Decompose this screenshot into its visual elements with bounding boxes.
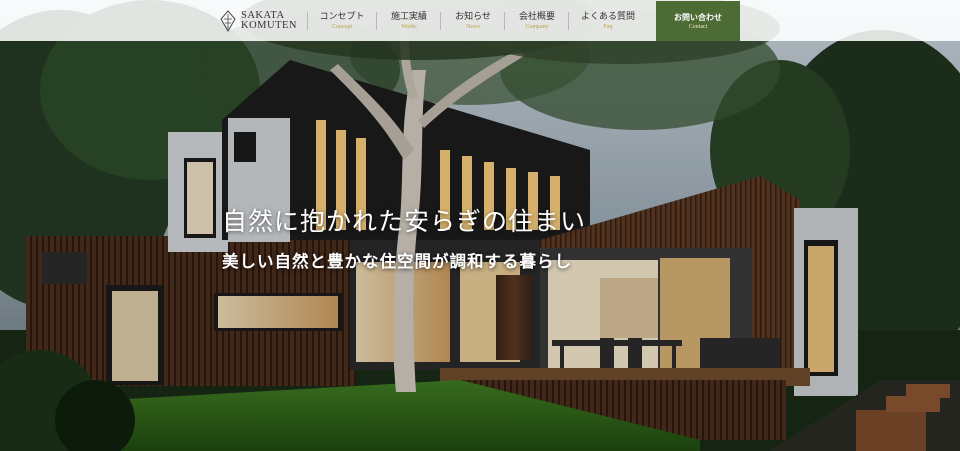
hero-headline: 自然に抱かれた安らぎの住まい	[222, 207, 587, 236]
nav-item-news[interactable]: お知らせ News	[445, 6, 501, 36]
nav-divider	[440, 12, 441, 30]
contact-button[interactable]: お問い合わせ Contact	[656, 1, 740, 41]
site-logo[interactable]: SAKATA KOMUTEN	[220, 8, 297, 34]
top-navigation-bar: SAKATA KOMUTEN コンセプト Concept 施工実績 Works …	[0, 0, 960, 41]
contact-label: お問い合わせ	[674, 13, 722, 22]
logo-text: SAKATA KOMUTEN	[241, 10, 297, 32]
nav-divider	[504, 12, 505, 30]
nav-sublabel: Concept	[332, 24, 352, 30]
nav-label: 施工実績	[390, 12, 427, 22]
hero-subheadline: 美しい自然と豊かな住空間が調和する暮らし	[222, 252, 572, 271]
nav-divider	[307, 12, 308, 30]
nav-item-company[interactable]: 会社概要 Company	[509, 6, 565, 36]
nav-item-concept[interactable]: コンセプト Concept	[312, 6, 372, 36]
contact-sublabel: Contact	[688, 24, 708, 30]
nav-sublabel: News	[466, 24, 480, 30]
nav-label: よくある質問	[580, 12, 635, 22]
nav-label: コンセプト	[319, 12, 365, 22]
nav-item-faq[interactable]: よくある質問 Faq	[573, 6, 643, 36]
nav-sublabel: Faq	[603, 24, 613, 30]
logo-line2: KOMUTEN	[241, 20, 297, 31]
nav-item-works[interactable]: 施工実績 Works	[381, 6, 437, 36]
nav-divider	[568, 12, 569, 30]
logo-emblem-icon	[220, 10, 236, 32]
nav-label: お知らせ	[455, 12, 491, 22]
nav-sublabel: Works	[401, 24, 417, 30]
nav-divider	[376, 12, 377, 30]
nav-label: 会社概要	[518, 12, 555, 22]
nav-sublabel: Company	[525, 24, 549, 30]
